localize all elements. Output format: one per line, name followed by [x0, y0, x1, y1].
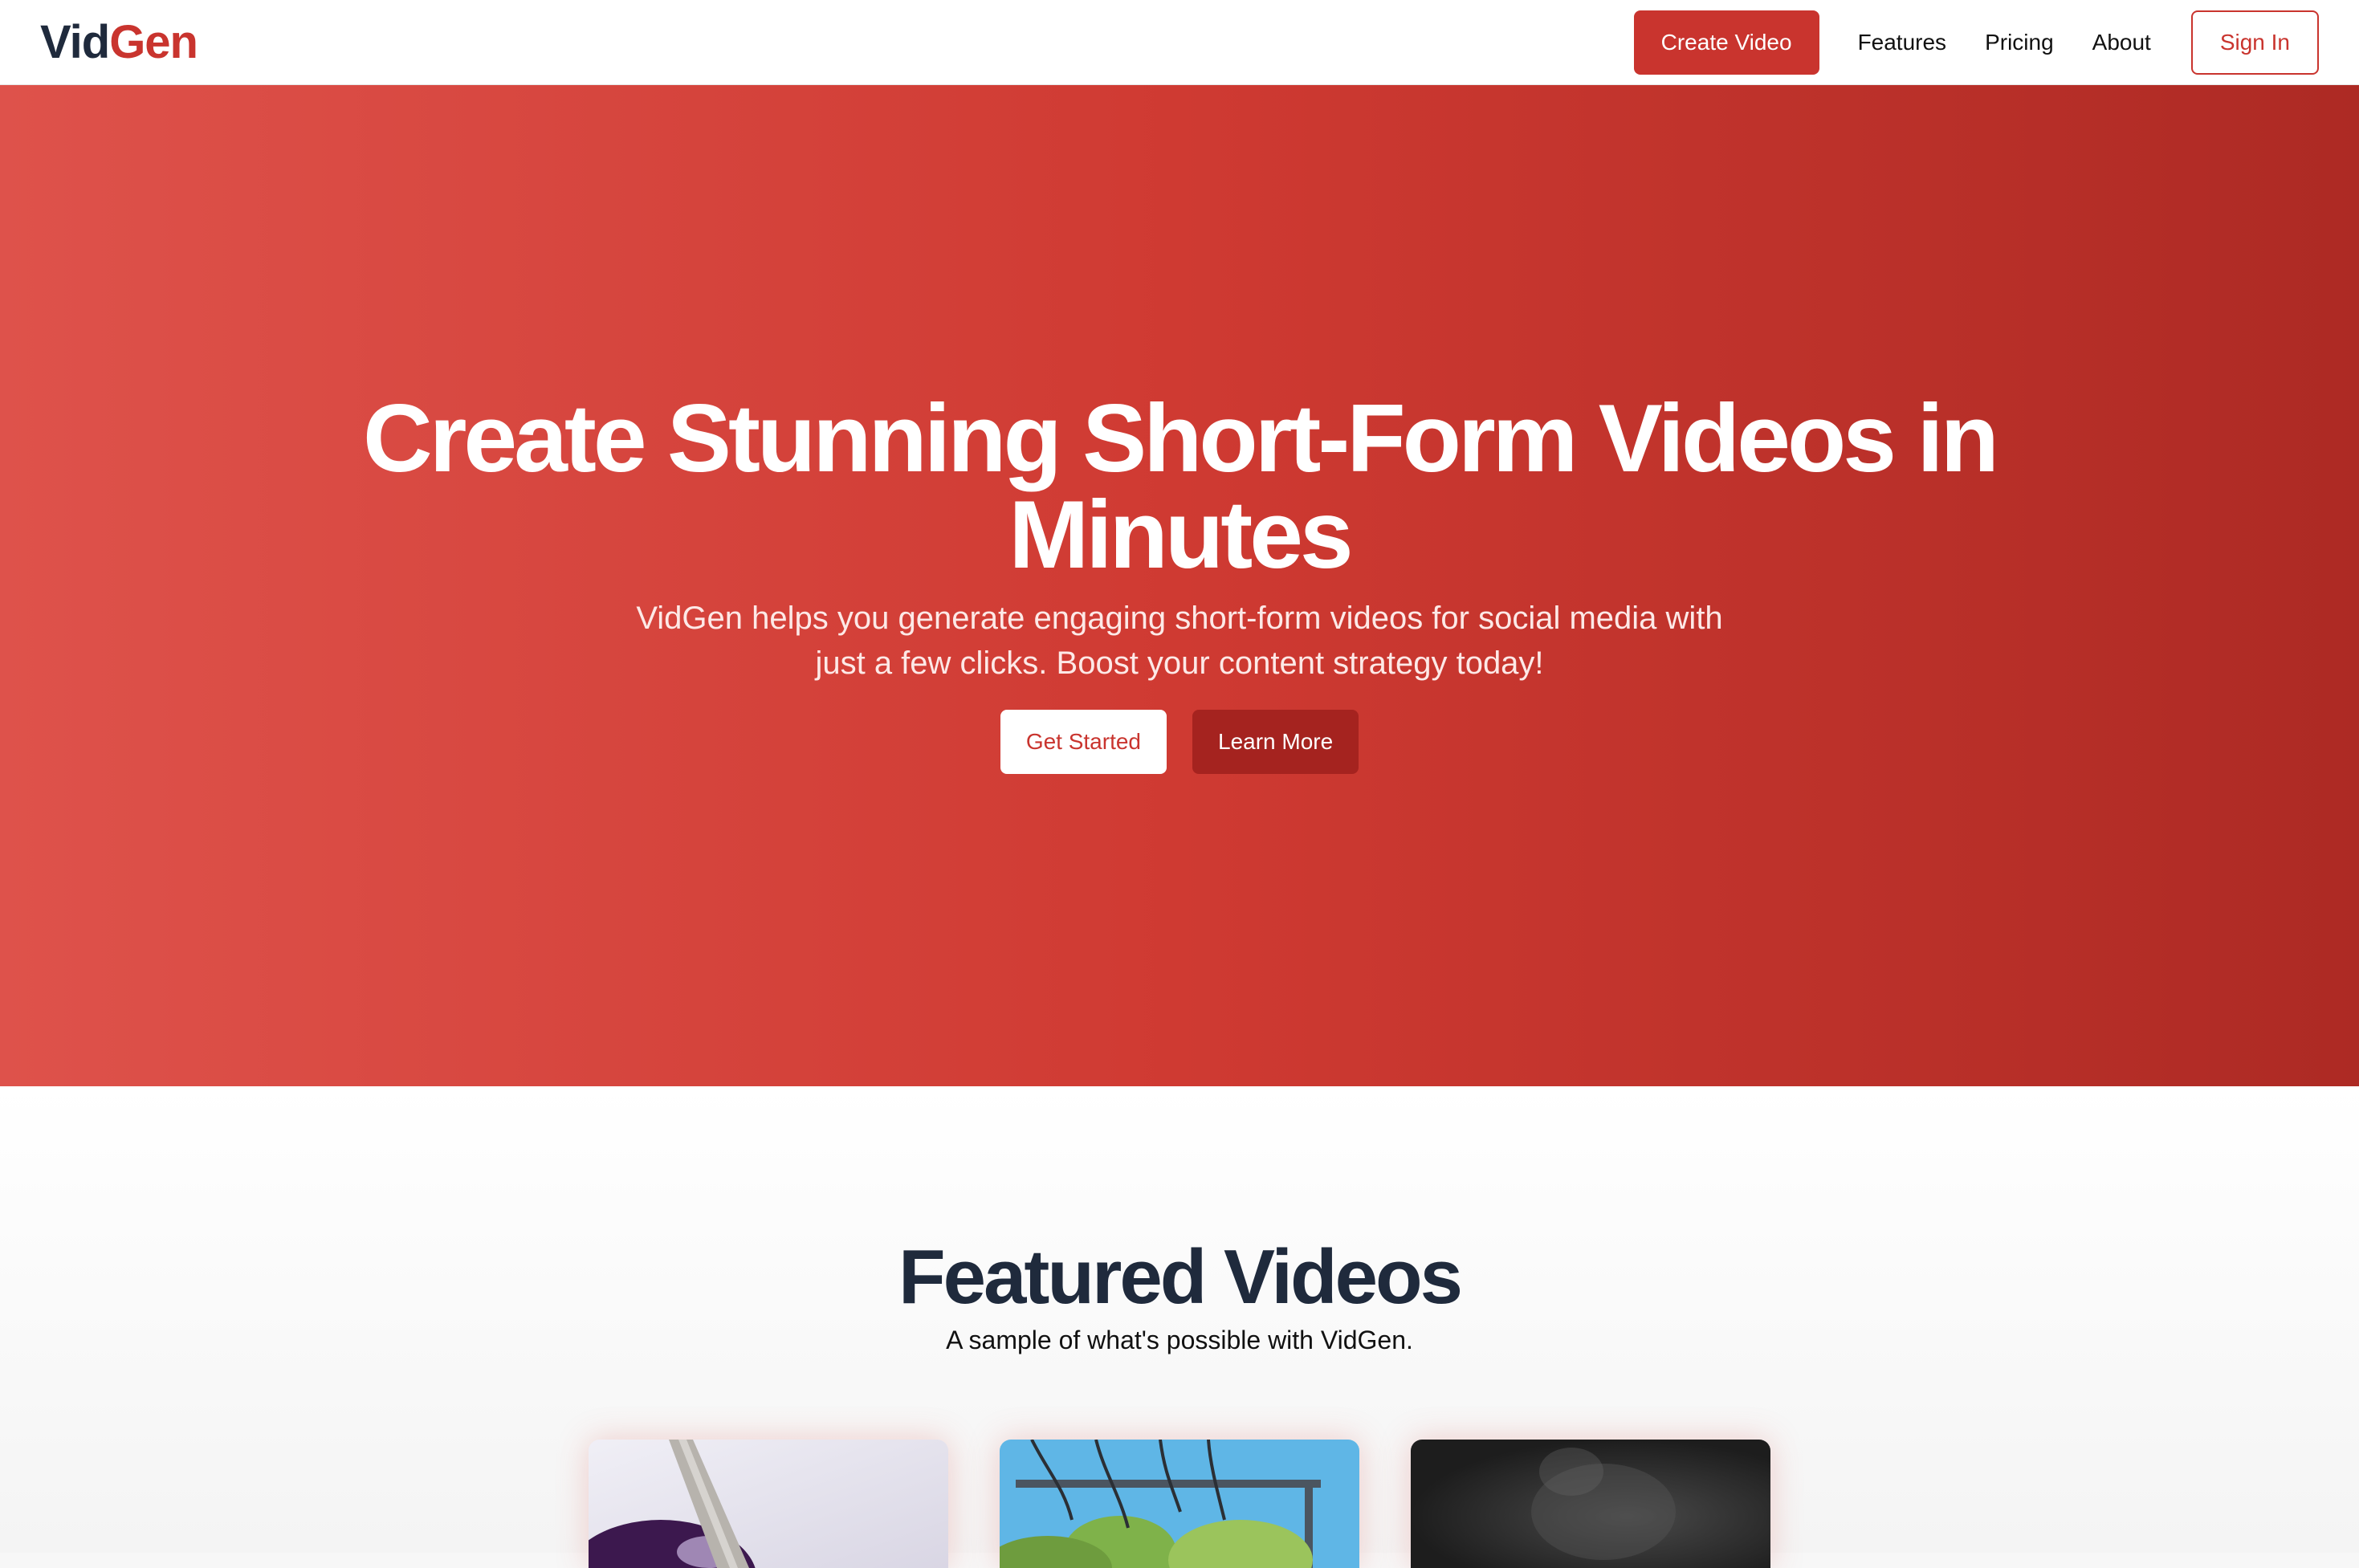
featured-videos-section: Featured Videos A sample of what's possi… — [0, 1086, 2359, 1568]
dark-smoke-thumbnail — [1411, 1440, 1770, 1568]
featured-title: Featured Videos — [898, 1234, 1463, 1320]
video-cards — [0, 1440, 2359, 1568]
logo-text-vid: Vid — [40, 16, 110, 68]
sign-in-button[interactable]: Sign In — [2190, 10, 2319, 75]
cartoon-landscape-thumbnail — [1000, 1440, 1359, 1568]
get-started-button[interactable]: Get Started — [1000, 710, 1167, 774]
video-card-3[interactable] — [1411, 1440, 1770, 1568]
hero-section: Create Stunning Short-Form Videos in Min… — [0, 85, 2359, 1086]
logo-text-gen: Gen — [109, 16, 198, 68]
video-card-1[interactable] — [589, 1440, 948, 1568]
hero-subtitle: VidGen helps you generate engaging short… — [636, 601, 1723, 681]
video-card-2[interactable] — [1000, 1440, 1359, 1568]
hero-buttons: Get Started Learn More — [1000, 710, 1359, 774]
top-navbar: Vid Gen Create Video Features Pricing Abo… — [0, 0, 2359, 85]
purple-bowl-thumbnail — [589, 1440, 948, 1568]
featured-subtitle: A sample of what's possible with VidGen. — [946, 1326, 1413, 1354]
nav-link-features[interactable]: Features — [1858, 30, 1947, 55]
learn-more-button[interactable]: Learn More — [1192, 710, 1359, 774]
create-video-button[interactable]: Create Video — [1633, 10, 1819, 75]
nav-menu: Create Video Features Pricing About Sign… — [1633, 10, 2319, 75]
nav-link-pricing[interactable]: Pricing — [1985, 30, 2054, 55]
hero-title: Create Stunning Short-Form Videos in Min… — [363, 385, 1999, 589]
nav-link-about[interactable]: About — [2092, 30, 2151, 55]
vidgen-logo[interactable]: Vid Gen — [40, 15, 198, 69]
